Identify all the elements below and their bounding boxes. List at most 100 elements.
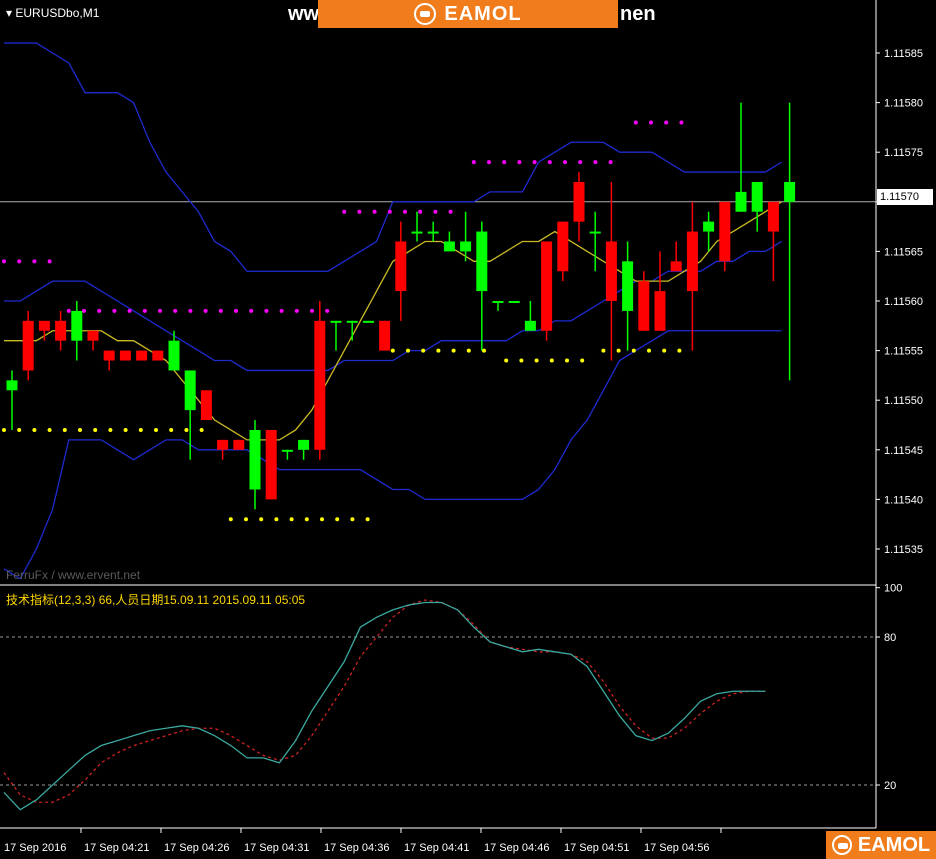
support-dot [199,427,204,432]
support-dot [482,348,486,353]
bear-candle [55,320,67,341]
resistance-dot [578,160,583,165]
bear-candle [379,320,391,351]
stoch-signal-line [3,599,766,803]
bull-candle [281,449,293,452]
resistance-dot [633,120,638,125]
resistance-dot [664,120,669,125]
resistance-dot [294,308,299,313]
y-tick-label: 1.11575 [884,147,923,159]
dropdown-icon[interactable]: ▾ [6,6,12,20]
resistance-dot [342,209,347,214]
bull-candle [330,320,342,323]
corner-logo[interactable]: EAMOL [826,831,936,859]
support-dot [289,517,294,522]
osc-tick-label: 20 [884,780,896,792]
x-tick-label: 17 Sep 04:26 [164,842,229,854]
support-dot [647,348,651,353]
support-dot [421,348,426,353]
support-dot [451,348,456,353]
y-tick-label: 1.11540 [884,494,923,506]
resistance-dot [158,308,162,313]
osc-tick-label: 100 [884,583,902,595]
banner[interactable]: EAMOL [318,0,618,28]
y-tick-label: 1.11545 [884,445,923,457]
bear-candle [119,350,131,361]
resistance-dot [517,160,522,165]
bollinger-lower-line [3,330,782,580]
resistance-dot [403,209,407,214]
support-dot [677,348,682,353]
banner-text: EAMOL [444,2,522,25]
support-dot [466,348,471,353]
support-dot [350,517,355,522]
resistance-dot [448,209,453,214]
y-tick-label: 1.11560 [884,296,923,308]
resistance-dot [173,308,178,313]
support-dot [123,427,128,432]
resistance-dot [487,160,491,165]
support-dot [335,517,340,522]
y-tick-label: 1.11580 [884,98,923,110]
bear-candle [573,181,585,222]
support-dot [616,348,621,353]
resistance-dot [47,259,52,264]
bear-candle [87,330,99,341]
resistance-dot [279,308,284,313]
stoch-main-line [3,601,766,811]
header-bg-text-right: nen [620,3,656,25]
resistance-dot [608,160,613,165]
support-dot [631,348,636,353]
bull-candle [249,429,261,490]
watermark: FerruFx / www.ervent.net [6,568,141,582]
resistance-dot [310,308,314,313]
resistance-dot [593,160,598,165]
support-dot [78,427,82,432]
symbol-label: EURUSDbo,M1 [15,6,100,20]
resistance-dot [502,160,507,165]
resistance-dot [2,259,6,264]
eamol-corner-icon [831,835,852,855]
support-dot [390,348,395,353]
resistance-dot [127,308,132,313]
bull-candle [362,320,374,323]
bull-candle [6,380,18,391]
support-dot [565,358,569,363]
support-dot [259,517,264,522]
resistance-dot [218,308,223,313]
indicator-label: 技术指标(12,3,3) 66,人员日期15.09.11 2015.09.11 … [6,593,306,607]
x-tick-label: 17 Sep 04:41 [404,842,469,854]
bull-candle [168,340,180,371]
support-dot [519,358,524,363]
resistance-dot [32,259,37,264]
support-dot [320,517,324,522]
bear-candle [233,439,245,450]
x-tick-label: 17 Sep 04:56 [644,842,709,854]
current-price-label: 1.11570 [877,189,933,205]
bear-candle [217,439,229,450]
resistance-dot [66,308,71,313]
support-dot [304,517,309,522]
bear-candle [265,429,277,500]
x-tick-label: 17 Sep 04:31 [244,842,309,854]
resistance-dot [203,308,208,313]
bull-candle [411,231,423,234]
support-dot [47,427,52,432]
osc-tick-label: 80 [884,632,896,644]
bull-candle [524,320,536,331]
x-tick-label: 17 Sep 2016 [4,842,66,854]
resistance-dot [433,209,438,214]
bear-candle [719,201,731,262]
y-tick-label: 1.11555 [884,346,923,358]
support-dot [32,427,37,432]
support-dot [274,517,279,522]
y-tick-label: 1.11550 [884,395,923,407]
support-dot [154,427,158,432]
support-dot [62,427,67,432]
bull-candle [298,439,310,450]
bear-candle [767,201,779,232]
resistance-dot [649,120,653,125]
bull-candle [622,261,634,311]
resistance-dot [188,308,193,313]
bear-candle [103,350,115,361]
